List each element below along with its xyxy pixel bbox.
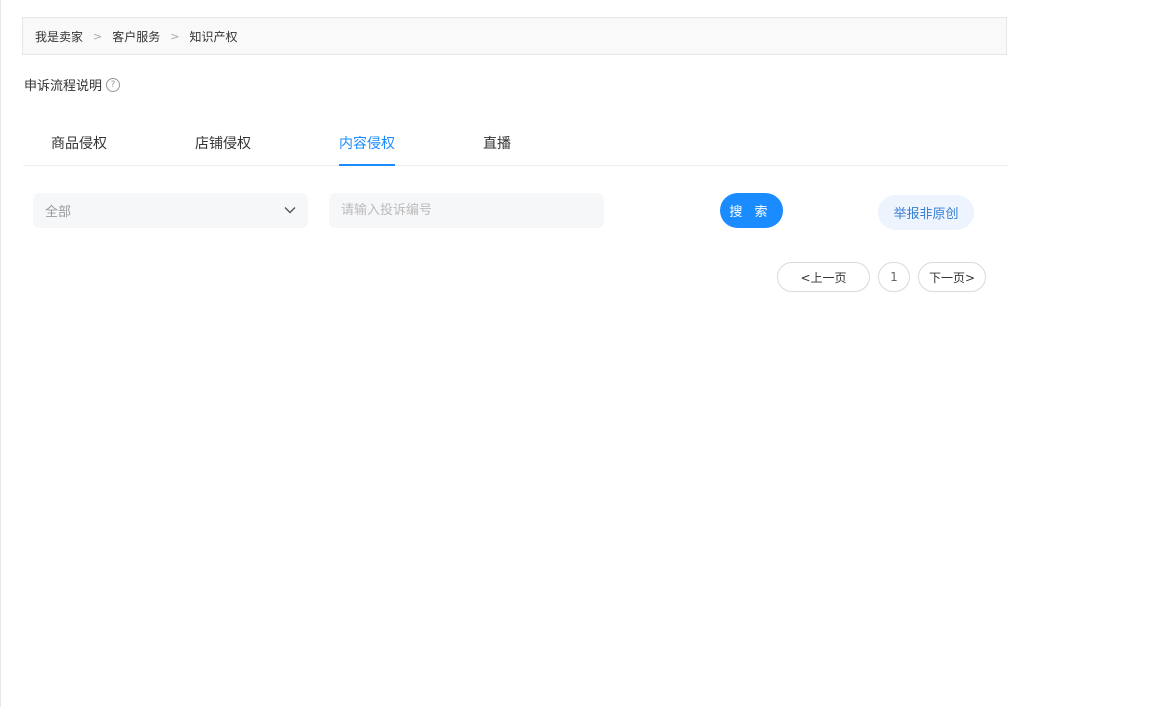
active-tab-underline: [339, 164, 395, 166]
chevron-down-icon: [284, 207, 296, 214]
page: 我是卖家 > 客户服务 > 知识产权 申诉流程说明 ? 商品侵权 店铺侵权 内容…: [0, 0, 1175, 707]
tab-bar: 商品侵权 店铺侵权 内容侵权 直播: [23, 120, 1008, 166]
status-select[interactable]: 全部: [33, 193, 308, 228]
breadcrumb-item-seller[interactable]: 我是卖家: [35, 28, 83, 45]
search-button[interactable]: 搜 索: [720, 193, 783, 228]
tab-product-infringement[interactable]: 商品侵权: [23, 120, 167, 165]
prev-page-button[interactable]: <上一页: [777, 262, 870, 292]
tab-label: 内容侵权: [339, 136, 395, 152]
breadcrumb-item-ip: 知识产权: [189, 29, 238, 44]
tab-store-infringement[interactable]: 店铺侵权: [167, 120, 311, 165]
breadcrumb-item-customer-service[interactable]: 客户服务: [112, 28, 160, 45]
appeal-flow-row: 申诉流程说明 ?: [24, 75, 121, 94]
breadcrumb-separator: >: [170, 29, 180, 43]
tab-label: 直播: [483, 136, 511, 152]
status-select-value: 全部: [45, 205, 72, 220]
tab-label: 店铺侵权: [195, 136, 251, 152]
breadcrumb-separator: >: [93, 29, 103, 43]
tab-live[interactable]: 直播: [455, 120, 599, 165]
report-non-original-button[interactable]: 举报非原创: [878, 195, 974, 230]
page-number-button[interactable]: 1: [878, 262, 910, 292]
next-page-button[interactable]: 下一页>: [918, 262, 986, 292]
help-circle-icon[interactable]: ?: [106, 77, 121, 92]
breadcrumb: 我是卖家 > 客户服务 > 知识产权: [22, 17, 1007, 55]
tab-label: 商品侵权: [51, 136, 107, 152]
appeal-flow-label: 申诉流程说明: [24, 79, 103, 94]
tab-content-infringement[interactable]: 内容侵权: [311, 120, 455, 166]
complaint-number-input[interactable]: [329, 193, 604, 228]
